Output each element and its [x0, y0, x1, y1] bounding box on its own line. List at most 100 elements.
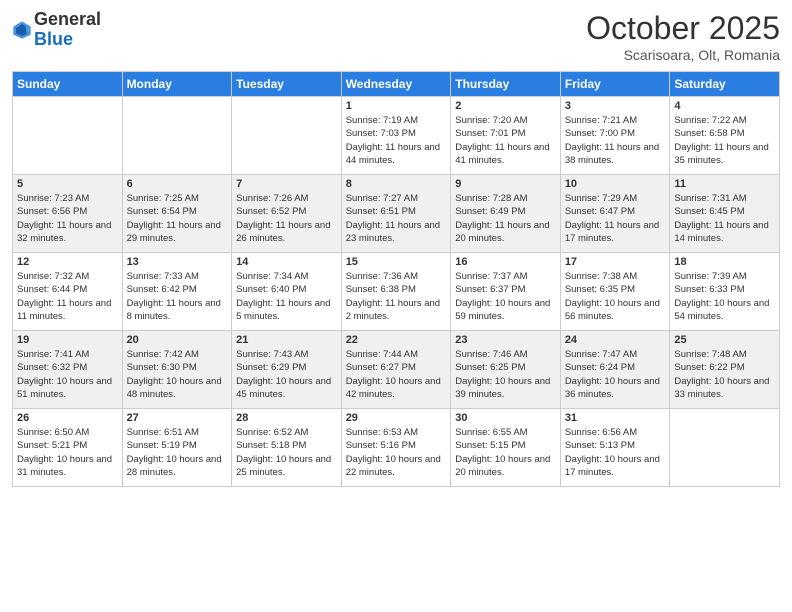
day-number: 4 [674, 100, 775, 112]
day-info: Sunrise: 7:19 AMSunset: 7:03 PMDaylight:… [346, 114, 447, 167]
calendar-cell: 22 Sunrise: 7:44 AMSunset: 6:27 PMDayligh… [341, 331, 451, 409]
day-number: 8 [346, 178, 447, 190]
calendar-cell: 3Sunrise: 7:21 AMSunset: 7:00 PMDaylight… [560, 97, 670, 175]
day-info: Sunrise: 7:42 AMSunset: 6:30 PMDaylight:… [127, 348, 228, 401]
day-info: Sunrise: 7:38 AMSunset: 6:35 PMDaylight:… [565, 270, 666, 323]
day-number: 1 [346, 100, 447, 112]
day-info: Sunrise: 6:51 AMSunset: 5:19 PMDaylight:… [127, 426, 228, 479]
day-info: Sunrise: 7:43 AMSunset: 6:29 PMDaylight:… [236, 348, 337, 401]
calendar-cell: 24 Sunrise: 7:47 AMSunset: 6:24 PMDayligh… [560, 331, 670, 409]
day-number: 25 [674, 334, 775, 346]
col-tuesday: Tuesday [232, 72, 342, 97]
calendar-week-3: 12 Sunrise: 7:32 AMSunset: 6:44 PMDayligh… [13, 253, 780, 331]
calendar-week-1: 1 Sunrise: 7:19 AMSunset: 7:03 PMDaylight… [13, 97, 780, 175]
title-block: October 2025 Scarisoara, Olt, Romania [586, 10, 780, 63]
day-info: Sunrise: 7:33 AMSunset: 6:42 PMDaylight:… [127, 270, 228, 323]
day-info: Sunrise: 6:55 AMSunset: 5:15 PMDaylight:… [455, 426, 556, 479]
day-number: 11 [674, 178, 775, 190]
calendar-cell: 6Sunrise: 7:25 AMSunset: 6:54 PMDaylight… [122, 175, 232, 253]
logo-text: General Blue [34, 10, 101, 50]
calendar-cell: 19 Sunrise: 7:41 AMSunset: 6:32 PMDayligh… [13, 331, 123, 409]
calendar-cell: 21 Sunrise: 7:43 AMSunset: 6:29 PMDayligh… [232, 331, 342, 409]
day-number: 23 [455, 334, 556, 346]
day-info: Sunrise: 7:39 AMSunset: 6:33 PMDaylight:… [674, 270, 775, 323]
day-info: Sunrise: 6:52 AMSunset: 5:18 PMDaylight:… [236, 426, 337, 479]
day-number: 15 [346, 256, 447, 268]
day-number: 9 [455, 178, 556, 190]
day-number: 21 [236, 334, 337, 346]
calendar-cell: 20Sunrise: 7:42 AMSunset: 6:30 PMDayligh… [122, 331, 232, 409]
day-number: 7 [236, 178, 337, 190]
day-number: 17 [565, 256, 666, 268]
day-info: Sunrise: 7:20 AMSunset: 7:01 PMDaylight:… [455, 114, 556, 167]
day-number: 27 [127, 412, 228, 424]
day-number: 28 [236, 412, 337, 424]
day-info: Sunrise: 7:46 AMSunset: 6:25 PMDaylight:… [455, 348, 556, 401]
col-friday: Friday [560, 72, 670, 97]
col-thursday: Thursday [451, 72, 561, 97]
day-info: Sunrise: 7:34 AMSunset: 6:40 PMDaylight:… [236, 270, 337, 323]
header: General Blue October 2025 Scarisoara, Ol… [12, 10, 780, 63]
calendar-cell: 11 Sunrise: 7:31 AMSunset: 6:45 PMDayligh… [670, 175, 780, 253]
day-info: Sunrise: 7:26 AMSunset: 6:52 PMDaylight:… [236, 192, 337, 245]
calendar-cell: 2 Sunrise: 7:20 AMSunset: 7:01 PMDaylight… [451, 97, 561, 175]
calendar-cell: 13 Sunrise: 7:33 AMSunset: 6:42 PMDayligh… [122, 253, 232, 331]
day-number: 24 [565, 334, 666, 346]
calendar-cell: 12 Sunrise: 7:32 AMSunset: 6:44 PMDayligh… [13, 253, 123, 331]
calendar-cell: 29 Sunrise: 6:53 AMSunset: 5:16 PMDayligh… [341, 409, 451, 487]
col-sunday: Sunday [13, 72, 123, 97]
calendar-cell [122, 97, 232, 175]
calendar-cell: 18 Sunrise: 7:39 AMSunset: 6:33 PMDayligh… [670, 253, 780, 331]
calendar-cell: 25 Sunrise: 7:48 AMSunset: 6:22 PMDayligh… [670, 331, 780, 409]
calendar-table: Sunday Monday Tuesday Wednesday Thursday… [12, 71, 780, 487]
calendar-cell: 9Sunrise: 7:28 AMSunset: 6:49 PMDaylight… [451, 175, 561, 253]
day-info: Sunrise: 7:37 AMSunset: 6:37 PMDaylight:… [455, 270, 556, 323]
day-number: 3 [565, 100, 666, 112]
day-number: 22 [346, 334, 447, 346]
day-info: Sunrise: 6:50 AMSunset: 5:21 PMDaylight:… [17, 426, 118, 479]
calendar-cell: 26Sunrise: 6:50 AMSunset: 5:21 PMDayligh… [13, 409, 123, 487]
day-number: 18 [674, 256, 775, 268]
day-info: Sunrise: 6:53 AMSunset: 5:16 PMDaylight:… [346, 426, 447, 479]
day-number: 12 [17, 256, 118, 268]
logo-blue: Blue [34, 30, 101, 50]
calendar-cell [232, 97, 342, 175]
col-saturday: Saturday [670, 72, 780, 97]
logo: General Blue [12, 10, 101, 50]
header-row: Sunday Monday Tuesday Wednesday Thursday… [13, 72, 780, 97]
location-subtitle: Scarisoara, Olt, Romania [586, 47, 780, 63]
day-number: 5 [17, 178, 118, 190]
calendar-cell: 28 Sunrise: 6:52 AMSunset: 5:18 PMDayligh… [232, 409, 342, 487]
day-number: 6 [127, 178, 228, 190]
day-info: Sunrise: 7:22 AMSunset: 6:58 PMDaylight:… [674, 114, 775, 167]
day-info: Sunrise: 7:44 AMSunset: 6:27 PMDaylight:… [346, 348, 447, 401]
calendar-cell: 14 Sunrise: 7:34 AMSunset: 6:40 PMDayligh… [232, 253, 342, 331]
calendar-cell: 30 Sunrise: 6:55 AMSunset: 5:15 PMDayligh… [451, 409, 561, 487]
day-info: Sunrise: 7:31 AMSunset: 6:45 PMDaylight:… [674, 192, 775, 245]
day-info: Sunrise: 7:41 AMSunset: 6:32 PMDaylight:… [17, 348, 118, 401]
day-number: 30 [455, 412, 556, 424]
day-info: Sunrise: 7:32 AMSunset: 6:44 PMDaylight:… [17, 270, 118, 323]
day-number: 13 [127, 256, 228, 268]
calendar-cell: 7 Sunrise: 7:26 AMSunset: 6:52 PMDaylight… [232, 175, 342, 253]
calendar-cell: 1 Sunrise: 7:19 AMSunset: 7:03 PMDaylight… [341, 97, 451, 175]
logo-general: General [34, 10, 101, 30]
calendar-cell: 8Sunrise: 7:27 AMSunset: 6:51 PMDaylight… [341, 175, 451, 253]
calendar-cell: 5 Sunrise: 7:23 AMSunset: 6:56 PMDaylight… [13, 175, 123, 253]
day-info: Sunrise: 7:29 AMSunset: 6:47 PMDaylight:… [565, 192, 666, 245]
day-number: 2 [455, 100, 556, 112]
calendar-cell [670, 409, 780, 487]
day-info: Sunrise: 7:48 AMSunset: 6:22 PMDaylight:… [674, 348, 775, 401]
calendar-cell: 10 Sunrise: 7:29 AMSunset: 6:47 PMDayligh… [560, 175, 670, 253]
day-info: Sunrise: 7:36 AMSunset: 6:38 PMDaylight:… [346, 270, 447, 323]
day-number: 29 [346, 412, 447, 424]
day-info: Sunrise: 7:47 AMSunset: 6:24 PMDaylight:… [565, 348, 666, 401]
day-number: 19 [17, 334, 118, 346]
calendar-container: General Blue October 2025 Scarisoara, Ol… [0, 0, 792, 612]
calendar-cell: 15 Sunrise: 7:36 AMSunset: 6:38 PMDayligh… [341, 253, 451, 331]
day-number: 10 [565, 178, 666, 190]
calendar-cell: 23 Sunrise: 7:46 AMSunset: 6:25 PMDayligh… [451, 331, 561, 409]
calendar-week-4: 19 Sunrise: 7:41 AMSunset: 6:32 PMDayligh… [13, 331, 780, 409]
day-number: 14 [236, 256, 337, 268]
day-info: Sunrise: 7:23 AMSunset: 6:56 PMDaylight:… [17, 192, 118, 245]
